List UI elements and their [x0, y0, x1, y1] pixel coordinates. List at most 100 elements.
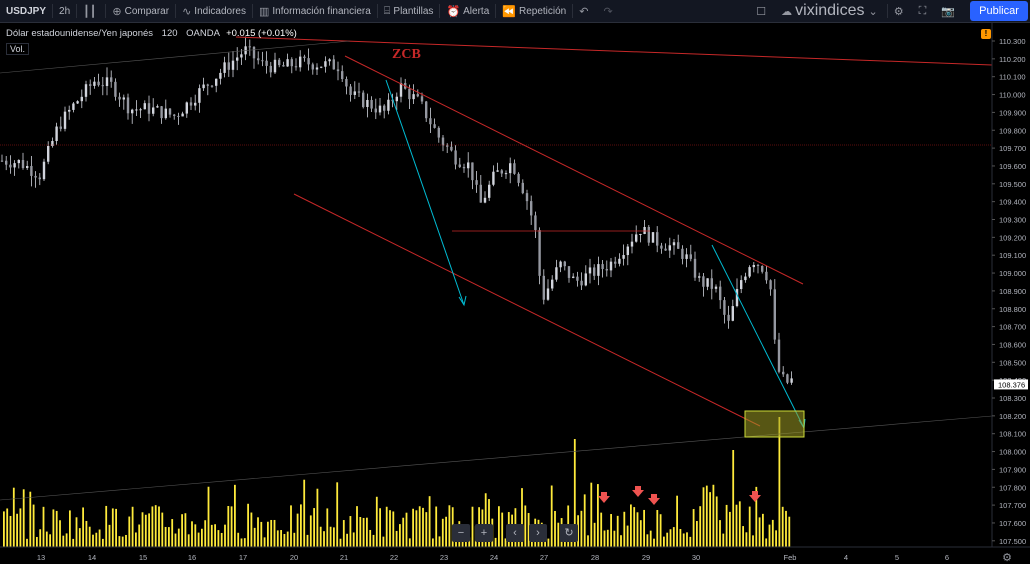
chevron-down-icon: ⌄	[868, 5, 878, 18]
snapshot-button[interactable]: 📷	[935, 0, 964, 22]
candle	[286, 53, 289, 67]
price-tick-label: 107.900	[999, 465, 1026, 474]
undo-button[interactable]: ↶	[573, 0, 597, 22]
price-tick-label: 109.900	[999, 108, 1026, 117]
volume-bar	[659, 514, 662, 547]
channel-lower[interactable]	[293, 193, 761, 427]
price-chart[interactable]: ZCB 110.300110.200110.100110.000109.9001…	[0, 23, 1030, 564]
volume-bar	[699, 506, 702, 547]
scroll-left-button[interactable]: ‹	[506, 524, 524, 542]
volume-bar	[263, 537, 266, 547]
indicators-icon: ∿	[182, 5, 192, 18]
candle	[374, 98, 377, 120]
volume-bar	[237, 532, 240, 547]
candle	[765, 265, 768, 284]
replay-button[interactable]: ⏪ Repetición	[496, 0, 572, 22]
volume-bar	[643, 509, 645, 547]
price-tick-label: 107.800	[999, 483, 1026, 492]
candle	[47, 141, 50, 165]
volume-bar	[118, 536, 121, 547]
candle	[777, 332, 781, 374]
candle	[244, 36, 247, 61]
volume-bar	[42, 506, 45, 547]
candle	[542, 269, 545, 305]
legend-interval: 120	[161, 28, 178, 39]
reset-chart-button[interactable]: ↻	[560, 524, 578, 542]
volume-bar	[336, 482, 339, 547]
candle	[593, 264, 596, 280]
layout-name-button[interactable]: ☁ vixindices ⌄	[775, 0, 887, 22]
candle	[282, 61, 285, 67]
volume-bar	[69, 510, 71, 547]
candle	[727, 305, 730, 329]
volume-legend[interactable]: Vol.	[6, 43, 30, 55]
indicators-button[interactable]: ∿ Indicadores	[176, 0, 252, 22]
candle	[110, 70, 113, 88]
volume-bar	[151, 506, 154, 547]
volume-bar	[587, 535, 589, 547]
volume-bar	[12, 487, 15, 547]
time-tick-label: 28	[591, 553, 599, 562]
symbol-search[interactable]: USDJPY	[0, 6, 52, 17]
trend-line-gray[interactable]	[0, 40, 351, 74]
candle	[257, 51, 260, 65]
candle	[101, 76, 104, 96]
volume-bar	[342, 520, 345, 547]
trend-line-gray[interactable]	[0, 415, 993, 501]
candle	[399, 77, 403, 103]
price-tick-label: 107.600	[999, 519, 1026, 528]
financials-button[interactable]: ▥ Información financiera	[253, 0, 377, 22]
candle	[5, 155, 8, 171]
volume-bar	[758, 517, 761, 547]
zcb-annotation[interactable]: ZCB	[392, 47, 421, 62]
target-zone-box[interactable]	[744, 410, 805, 438]
volume-bar	[392, 511, 395, 547]
time-tick-label: 30	[692, 553, 700, 562]
candle	[584, 265, 587, 287]
candle	[773, 279, 776, 344]
volume-bar	[781, 506, 784, 547]
volume-bar	[636, 512, 639, 547]
time-tick-label: 27	[540, 553, 548, 562]
templates-button[interactable]: ⌸ Plantillas	[378, 0, 440, 22]
volume-bar	[610, 514, 612, 547]
compare-button[interactable]: ⊕ Comparar	[106, 0, 175, 22]
volume-bar	[138, 524, 141, 547]
volume-bar	[234, 484, 236, 547]
volume-bar	[501, 512, 504, 547]
channel-upper[interactable]	[344, 55, 804, 285]
layout-square-button[interactable]: ☐	[750, 0, 775, 22]
candle	[38, 173, 41, 186]
time-tick-label: 24	[490, 553, 498, 562]
candle	[664, 243, 667, 251]
gear-icon[interactable]: ⚙	[1002, 552, 1012, 564]
volume-bar	[768, 524, 771, 547]
redo-button[interactable]: ↷	[597, 0, 621, 22]
volume-bar	[204, 520, 207, 547]
time-axis: 13 14 15 16 17 20 21 22 23 24 27 28 29 30 Feb 4 5 6 ⚙	[0, 546, 1030, 564]
alert-button[interactable]: ⏰ Alerta	[440, 0, 495, 22]
volume-bar	[293, 532, 296, 547]
volume-bar	[243, 538, 246, 547]
candle	[202, 77, 205, 92]
volume-bar	[748, 506, 751, 547]
volume-bar	[29, 491, 32, 547]
volume-bar	[260, 521, 263, 547]
volume-bar	[709, 492, 711, 547]
volume-bar	[257, 517, 259, 547]
candle	[362, 90, 365, 109]
scroll-right-button[interactable]: ›	[529, 524, 547, 542]
fullscreen-button[interactable]: ⛶	[913, 0, 936, 22]
candle	[114, 78, 117, 101]
chart-type-button[interactable]: ┃┃	[77, 0, 105, 22]
time-tick-label: 29	[642, 553, 650, 562]
alert-badge[interactable]: !	[981, 29, 991, 39]
candle	[622, 244, 625, 266]
zoom-out-button[interactable]: −	[452, 524, 470, 542]
interval-button[interactable]: 2h	[53, 0, 76, 22]
zoom-in-button[interactable]: +	[475, 524, 493, 542]
settings-button[interactable]: ⚙	[888, 0, 913, 22]
publish-button[interactable]: Publicar	[970, 1, 1028, 21]
volume-bar	[722, 533, 725, 547]
candle	[160, 105, 163, 124]
